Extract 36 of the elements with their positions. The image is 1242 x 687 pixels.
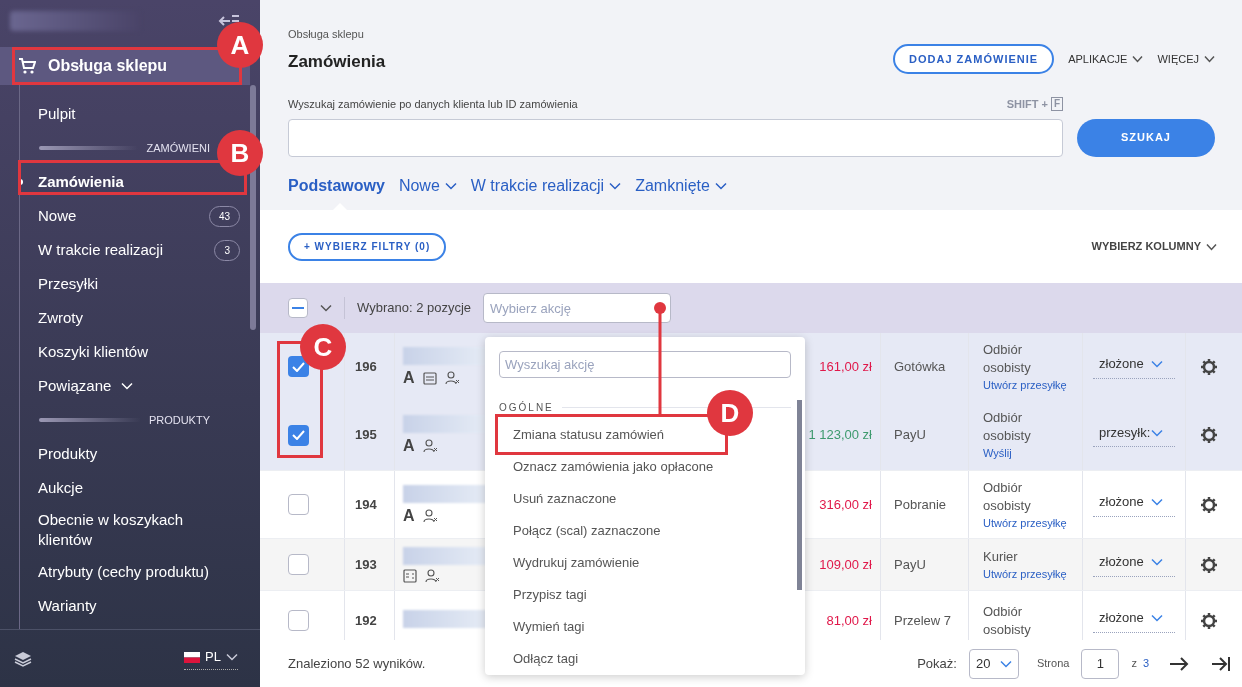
- order-amount: 109,00 zł: [819, 555, 872, 574]
- shipping-method: Odbiór osobisty: [983, 478, 1032, 515]
- order-amount: 81,00 zł: [826, 611, 872, 630]
- shortcut-hint: SHIFT +: [1006, 97, 1048, 112]
- search-label: Wyszukaj zamówienie po danych klienta lub ID zamówienia: [288, 97, 578, 112]
- order-amount: 161,00 zł: [819, 357, 872, 376]
- section-title: Obsługa sklepu: [48, 56, 168, 76]
- account-letter: A: [403, 506, 415, 525]
- page-label: Strona: [1036, 656, 1070, 672]
- order-number: 195: [355, 426, 377, 445]
- page-of-label: z: [1131, 656, 1137, 672]
- page-title: Zamówienia: [288, 50, 386, 73]
- shipping-method: Kurier: [983, 547, 1019, 566]
- account-letter: A: [403, 437, 415, 455]
- selection-count: Wybrano: 2 pozycje: [357, 299, 472, 318]
- payment-method: Przelew 7: [894, 611, 952, 630]
- order-amount: 316,00 zł: [819, 495, 872, 514]
- payment-method: Pobranie: [894, 495, 947, 514]
- section-heading: PRODUKTY: [148, 412, 210, 428]
- order-number: 196: [355, 357, 377, 376]
- payment-method: PayU: [894, 555, 926, 574]
- order-amount: 1 123,00 zł: [808, 426, 872, 445]
- page-size-label: Pokaż:: [917, 654, 957, 673]
- key-cap: F: [1050, 97, 1063, 112]
- order-number: 193: [355, 555, 377, 574]
- results-count: Znaleziono 52 wyników.: [288, 654, 426, 673]
- payment-method: Gotówka: [894, 357, 946, 376]
- section-heading: ZAMÓWIENI: [146, 140, 210, 156]
- account-letter: A: [403, 368, 415, 387]
- shipping-method: Odbiór osobisty: [983, 602, 1032, 639]
- shipping-method: Odbiór osobisty: [983, 409, 1032, 445]
- order-number: 192: [355, 611, 377, 630]
- shipping-method: Odbiór osobisty: [983, 340, 1032, 377]
- group-heading: OGÓLNE: [499, 400, 554, 415]
- payment-method: PayU: [894, 426, 926, 444]
- order-number: 194: [355, 495, 377, 514]
